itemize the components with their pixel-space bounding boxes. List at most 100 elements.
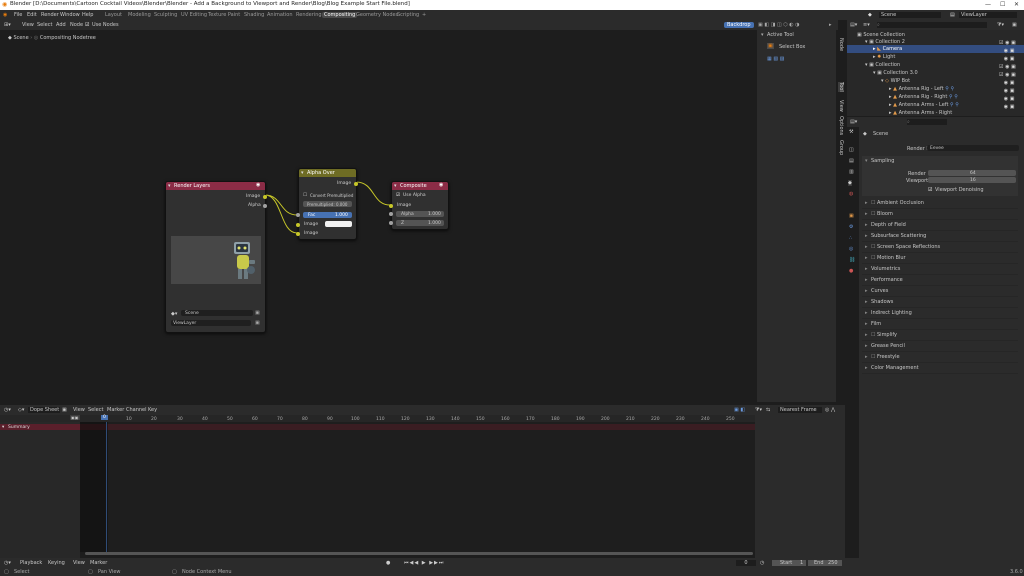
panel-performance[interactable]: ▸ Performance	[862, 275, 1018, 286]
scene-selector[interactable]: Scene	[879, 11, 941, 18]
view-menu[interactable]: View	[73, 560, 85, 566]
physics-tab-icon[interactable]: ◎	[849, 246, 853, 252]
outliner-row-collection[interactable]: ▾ ▣ Collection	[865, 62, 900, 68]
dopesheet-menu-view[interactable]: View	[73, 407, 85, 413]
current-frame-field[interactable]: 0	[736, 559, 756, 566]
use-alpha-checkbox[interactable]: ☑	[396, 193, 400, 198]
playback-controls[interactable]: ⏮◀◀ ▶ ▶▶⏭	[404, 560, 444, 566]
outliner-row-camera[interactable]: ▸ ◣ Camera	[873, 46, 902, 52]
constraints-tab-icon[interactable]: ⛓	[849, 257, 855, 263]
composite-header[interactable]: ▾ Composite ◉	[392, 182, 448, 190]
select-box-icon[interactable]: ▣	[767, 43, 774, 49]
only-selected-icons[interactable]: ▣ ◧	[734, 407, 745, 413]
panel-grease-pencil[interactable]: ▸ Grease Pencil	[862, 341, 1018, 352]
layer-field[interactable]: ViewLayer	[171, 320, 251, 326]
viewlayer-selector[interactable]: ViewLayer	[959, 11, 1017, 18]
outliner-editor-icon[interactable]: ▤▾	[850, 22, 857, 28]
panel-ambient-occlusion[interactable]: ▸ Ambient Occlusion ☐	[862, 198, 1018, 209]
layer-render-icon[interactable]: ▣	[255, 320, 260, 326]
object-tab-icon[interactable]: ▣	[849, 213, 854, 219]
outliner-row-collection-2[interactable]: ▾ ▣ Collection 2	[865, 39, 905, 45]
panel-simplify[interactable]: ▸ Simplify ☐	[862, 330, 1018, 341]
tab-options[interactable]: Options	[838, 116, 844, 135]
scene-field[interactable]: Scene	[181, 310, 253, 316]
properties-search-input[interactable]: ⌕	[907, 118, 947, 125]
playback-menu[interactable]: Playback	[20, 560, 42, 566]
outliner-search-input[interactable]: ⌕	[877, 21, 987, 28]
tool-tab-icon[interactable]: ⚒	[849, 129, 853, 135]
render-layers-header[interactable]: Render Layers ▾ ◉	[166, 182, 265, 190]
dopesheet-menu-channel[interactable]: Channel	[126, 407, 147, 413]
dopesheet-toggle-icon[interactable]: ▣	[62, 407, 67, 413]
panel-bloom[interactable]: ▸ Bloom ☐	[862, 209, 1018, 220]
tab-tool[interactable]: Tool	[838, 82, 844, 92]
input-image-2-socket[interactable]	[296, 232, 300, 236]
panel-volumetrics[interactable]: ▸ Volumetrics	[862, 264, 1018, 275]
display-mode-icon[interactable]: ≡▾	[863, 22, 870, 28]
tab-group[interactable]: Group	[838, 140, 844, 155]
dopesheet-editor-icon[interactable]: ◷▾	[4, 407, 11, 413]
collapse-icon[interactable]: ▾	[168, 183, 171, 189]
output-tab-icon[interactable]: ▤	[849, 158, 854, 164]
output-image-socket[interactable]	[263, 195, 267, 199]
render-engine-dropdown[interactable]: Eevee	[927, 145, 1019, 151]
render-icon[interactable]: ◉	[256, 182, 260, 188]
panel-shadows[interactable]: ▸ Shadows	[862, 297, 1018, 308]
modifier-tab-icon[interactable]: ⚙	[849, 224, 853, 230]
snap-icon[interactable]: ⇆	[766, 407, 770, 413]
outliner-row-antenna-arms-right[interactable]: ▸ ▲ Antenna Arms - Right	[889, 110, 952, 116]
timeline-scrollbar[interactable]	[85, 552, 753, 555]
outliner-row-collection-3[interactable]: ▾ ▣ Collection 3.0	[873, 70, 918, 76]
tab-node[interactable]: Node	[838, 38, 844, 51]
material-tab-icon[interactable]: ●	[849, 268, 853, 274]
panel-indirect-lighting[interactable]: ▸ Indirect Lighting	[862, 308, 1018, 319]
panel-film[interactable]: ▸ Film	[862, 319, 1018, 330]
summary-channel[interactable]: ▾ Summary	[0, 424, 80, 430]
panel-curves[interactable]: ▸ Curves	[862, 286, 1018, 297]
close-window-button[interactable]: ✕	[1014, 1, 1019, 8]
input-image-1-color[interactable]	[325, 221, 352, 227]
panel-checkbox[interactable]: ☐	[871, 255, 875, 261]
summary-expand-icon[interactable]: ▾	[2, 425, 4, 430]
input-image-1-socket[interactable]	[296, 223, 300, 227]
scene-tab-icon[interactable]: ◆	[848, 180, 852, 186]
record-button[interactable]: ●	[386, 560, 390, 566]
filter-icon[interactable]: ⧩▾	[997, 22, 1004, 28]
z-socket[interactable]	[389, 221, 393, 225]
viewport-denoising-checkbox[interactable]: ☑	[928, 187, 932, 193]
snap-mode-dropdown[interactable]: Nearest Frame	[778, 406, 822, 413]
alpha-socket[interactable]	[389, 212, 393, 216]
render-layers-node[interactable]: Render Layers ▾ ◉ Image Alpha ◆▾ Scene ▣…	[165, 181, 267, 333]
minimize-button[interactable]: —	[985, 1, 991, 8]
dopesheet-menu-select[interactable]: Select	[88, 407, 103, 413]
maximize-button[interactable]: ☐	[1000, 1, 1005, 8]
composite-node[interactable]: ▾ Composite ◉ ☑ Use Alpha Image Alpha 1.…	[389, 181, 449, 230]
alpha-over-header[interactable]: ▾ Alpha Over	[299, 169, 356, 177]
viewport-samples-field[interactable]: 16	[928, 177, 1016, 183]
panel-checkbox[interactable]: ☐	[871, 211, 875, 217]
render-samples-field[interactable]: 64	[928, 170, 1016, 176]
outliner-row-light[interactable]: ▸ ✹ Light	[873, 54, 895, 60]
timeline-editor-icon[interactable]: ◷▾	[4, 560, 11, 566]
proportional-icon[interactable]: ◎ ⋀	[825, 407, 835, 413]
properties-editor-icon[interactable]: ▤▾	[850, 119, 857, 125]
fac-slider[interactable]: Fac 1.000	[303, 212, 352, 218]
ruler-toggle[interactable]: ▣▣	[70, 415, 80, 420]
outliner-row-scene-collection[interactable]: ▣ Scene Collection	[857, 32, 905, 38]
alpha-over-node[interactable]: ▾ Alpha Over Image ☐ Convert Premultipli…	[296, 168, 358, 240]
panel-color-management[interactable]: ▸ Color Management	[862, 363, 1018, 374]
active-tool-header[interactable]: Active Tool	[767, 32, 794, 38]
render-tab-icon[interactable]: ◫	[849, 147, 854, 153]
preview-range-icon[interactable]: ◷	[760, 560, 764, 566]
outliner-row-antenna-arms-left[interactable]: ▸ ▲ Antenna Arms - Left ⚲ ⚲	[889, 102, 959, 108]
marker-menu[interactable]: Marker	[90, 560, 107, 566]
world-tab-icon[interactable]: ◍	[849, 191, 853, 197]
fac-socket[interactable]	[296, 213, 300, 217]
outliner-row-antenna-rig-right[interactable]: ▸ ▲ Antenna Rig - Right ⚲ ⚲	[889, 94, 958, 100]
current-frame-indicator[interactable]: 0	[101, 415, 108, 420]
dopesheet-mode-dropdown[interactable]: Dope Sheet	[28, 406, 60, 413]
outliner-row-antenna-rig-left[interactable]: ▸ ▲ Antenna Rig - Left ⚲ ⚲	[889, 86, 954, 92]
panel-checkbox[interactable]: ☐	[871, 332, 875, 338]
alpha-over-output-socket[interactable]	[354, 182, 358, 186]
outliner-row-wip-bot[interactable]: ▾ ◇ WIP Bot	[881, 78, 910, 84]
